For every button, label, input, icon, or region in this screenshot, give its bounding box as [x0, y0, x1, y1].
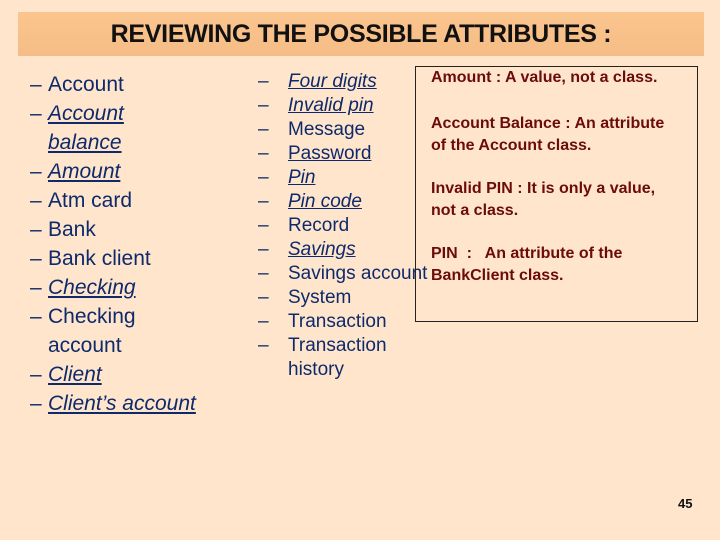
bullet-dash: – — [258, 215, 269, 236]
bullet-dash: – — [30, 102, 42, 125]
bullet-dash: – — [30, 276, 42, 299]
list-item: – Pin code — [258, 190, 438, 214]
list-item-text: System — [288, 287, 352, 308]
bullet-dash: – — [258, 263, 269, 284]
bullet-dash: – — [258, 335, 269, 356]
list-item-text: Checking account — [48, 305, 136, 357]
bullet-dash: – — [30, 363, 42, 386]
list-item-text: Bank client — [48, 247, 151, 270]
list-item: – Savings account — [258, 262, 438, 286]
note-amount: Amount : A value, not a class. — [431, 69, 658, 86]
list-item-text: Atm card — [48, 189, 133, 212]
list-item: – Checking account — [30, 302, 250, 360]
list-item: – System — [258, 286, 438, 310]
list-item-text: Pin — [288, 167, 316, 188]
bullet-dash: – — [258, 191, 269, 212]
bullet-dash: – — [258, 239, 269, 260]
list-item: – Transaction history — [258, 334, 438, 382]
list-item: – Account balance — [30, 99, 250, 157]
list-item: – Amount — [30, 157, 250, 186]
list-item: – Invalid pin — [258, 94, 438, 118]
list-item-text: Account balance — [48, 102, 124, 154]
list-item: – Record — [258, 214, 438, 238]
list-item-text: Message — [288, 119, 366, 140]
candidate-list-left: – Account – Account balance – Amount – Atm card –… — [30, 70, 250, 418]
bullet-dash: – — [258, 287, 269, 308]
note-account-balance: Account Balance : An attribute of the Ac… — [431, 115, 665, 154]
list-item: – Bank client — [30, 244, 250, 273]
slide-title: REVIEWING THE POSSIBLE ATTRIBUTES : — [110, 19, 612, 48]
list-item-text: Pin code — [288, 191, 362, 212]
list-item-text: Invalid pin — [288, 95, 374, 116]
bullet-dash: – — [30, 189, 42, 212]
list-item: – Atm card — [30, 186, 250, 215]
list-item-text: Client’s account — [48, 392, 196, 415]
bullet-dash: – — [258, 311, 269, 332]
candidate-list-middle: – Four digits – Invalid pin – Message – Passwor… — [258, 70, 438, 382]
list-item-text: Transaction history — [288, 335, 387, 380]
list-item-text: Four digits — [288, 71, 377, 92]
bullet-dash: – — [258, 143, 269, 164]
bullet-dash: – — [30, 392, 42, 415]
list-item-text: Bank — [48, 218, 96, 241]
list-item: – Pin — [258, 166, 438, 190]
title-bar: REVIEWING THE POSSIBLE ATTRIBUTES : — [18, 12, 704, 56]
list-item: – Transaction — [258, 310, 438, 334]
list-item-text: Client — [48, 363, 102, 386]
list-item: – Password — [258, 142, 438, 166]
list-item-text: Checking — [48, 276, 136, 299]
list-item: – Checking — [30, 273, 250, 302]
bullet-dash: – — [30, 247, 42, 270]
bullet-dash: – — [258, 167, 269, 188]
list-item: – Bank — [30, 215, 250, 244]
list-item-text: Record — [288, 215, 350, 236]
list-item: – Savings — [258, 238, 438, 262]
list-item-text: Account — [48, 73, 124, 96]
list-item: – Four digits — [258, 70, 438, 94]
bullet-dash: – — [258, 71, 269, 92]
note-invalid-pin: Invalid PIN : It is only a value, not a … — [431, 180, 656, 219]
bullet-dash: – — [30, 305, 42, 328]
list-item: – Account — [30, 70, 250, 99]
list-item: – Client — [30, 360, 250, 389]
bullet-dash: – — [30, 73, 42, 96]
list-item: – Client’s account — [30, 389, 250, 418]
bullet-dash: – — [30, 160, 42, 183]
list-item: – Message — [258, 118, 438, 142]
bullet-dash: – — [258, 119, 269, 140]
bullet-dash: – — [258, 95, 269, 116]
note-pin: PIN : An attribute of the BankClient cla… — [431, 245, 623, 284]
list-item-text: Amount — [48, 160, 121, 183]
bullet-dash: – — [30, 218, 42, 241]
list-item-text: Password — [288, 143, 372, 164]
list-item-text: Savings — [288, 239, 356, 260]
list-item-text: Transaction — [288, 311, 387, 332]
page-number: 45 — [678, 496, 693, 511]
list-item-text: Savings account — [288, 263, 428, 284]
